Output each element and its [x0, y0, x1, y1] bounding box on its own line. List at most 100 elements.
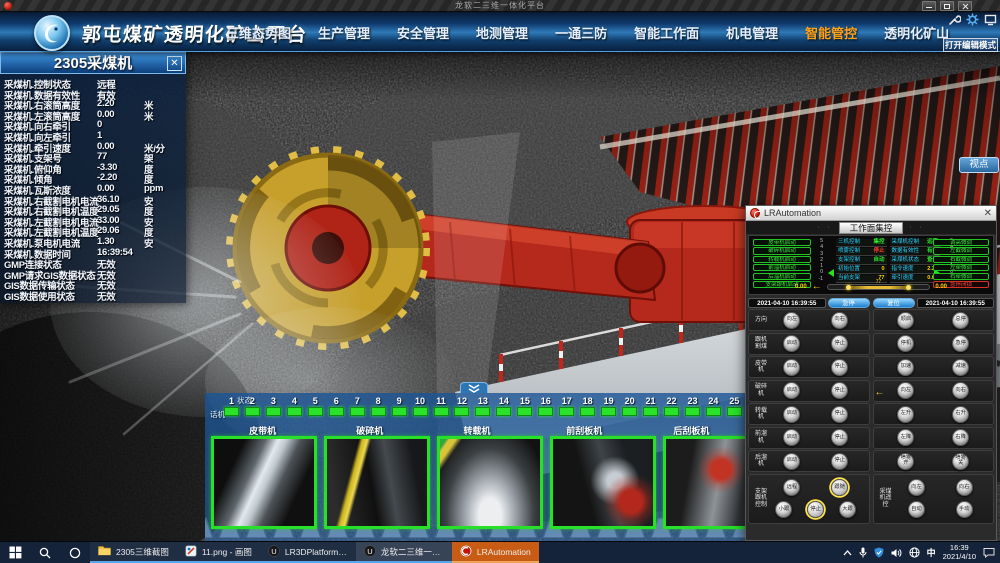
estop-button[interactable]: 急停	[828, 298, 870, 308]
round-button[interactable]: 停止	[831, 406, 848, 423]
round-button[interactable]: 停止	[831, 453, 848, 470]
gear-icon[interactable]	[966, 13, 979, 26]
ime-indicator[interactable]: 中	[927, 546, 936, 559]
fine-tune-button[interactable]: 右牵微调	[933, 273, 989, 280]
network-globe-icon[interactable]	[909, 547, 920, 558]
round-button[interactable]: 停止	[807, 501, 824, 518]
round-button[interactable]: 远程	[783, 479, 800, 496]
round-button[interactable]: 左升	[897, 406, 914, 423]
control-row-label: 皮带机	[754, 361, 768, 374]
nav-item[interactable]: 地测管理	[476, 23, 528, 42]
telemetry-row: 采煤机.向右牵引0	[4, 119, 186, 130]
nav-item[interactable]: 机电管理	[726, 23, 778, 42]
round-button[interactable]: 手动	[956, 501, 973, 518]
machine-start-button[interactable]: 皮带机启动	[753, 239, 811, 246]
round-button[interactable]: 启动	[783, 453, 800, 470]
maximize-button[interactable]	[940, 1, 954, 11]
round-button[interactable]: 向左	[908, 479, 925, 496]
panel-close-icon[interactable]: ✕	[167, 56, 182, 71]
open-edit-mode-button[interactable]: 打开编辑模式	[943, 38, 998, 52]
round-button[interactable]: 大跟	[839, 501, 856, 518]
collapse-panel-tab[interactable]	[460, 382, 488, 393]
task-item[interactable]: U龙软二三维一体化...	[356, 542, 452, 563]
status-cell: 支架控制自动	[836, 257, 887, 265]
round-button[interactable]: 自动	[908, 501, 925, 518]
round-button[interactable]: 向右	[956, 479, 973, 496]
camera-thumb[interactable]	[211, 436, 317, 529]
round-button[interactable]: 向左	[783, 312, 800, 329]
round-button[interactable]: 向右	[831, 312, 848, 329]
nav-item[interactable]: 安全管理	[397, 23, 449, 42]
nav-item[interactable]: 三维态势图	[226, 23, 291, 42]
fullscreen-icon[interactable]	[984, 13, 997, 26]
search-icon[interactable]	[30, 542, 60, 563]
camera-thumb[interactable]	[437, 436, 543, 529]
machine-start-button[interactable]: 转载机启动	[753, 256, 811, 263]
round-button[interactable]: 启动	[783, 382, 800, 399]
round-button[interactable]: 顺启	[897, 312, 914, 329]
tab-workface-control[interactable]: 工作面集控	[839, 222, 904, 234]
task-view-icon[interactable]	[60, 542, 90, 563]
camera-thumb[interactable]	[550, 436, 656, 529]
task-item[interactable]: LRAutomation	[452, 542, 539, 563]
round-button[interactable]: 小跟	[775, 501, 792, 518]
telemetry-row: GMP请求GIS数据状态无效	[4, 268, 186, 279]
microphone-icon[interactable]	[859, 547, 867, 558]
machine-start-button[interactable]: 前溜机启动	[753, 264, 811, 271]
task-item[interactable]: 2305三维截图	[90, 542, 177, 563]
round-button[interactable]: 启动	[783, 406, 800, 423]
task-item[interactable]: ULR3DPlatform - U...	[260, 542, 356, 563]
action-center-icon[interactable]	[983, 547, 995, 558]
round-button[interactable]: 向左	[897, 382, 914, 399]
machine-start-button[interactable]: 破碎机启动	[753, 247, 811, 254]
tray-expand-icon[interactable]	[843, 550, 852, 556]
round-button[interactable]: 停止	[831, 429, 848, 446]
nav-item[interactable]: 透明化矿山	[884, 23, 949, 42]
round-button[interactable]: 跟随	[831, 479, 848, 496]
nav-item[interactable]: 生产管理	[318, 23, 370, 42]
nav-item[interactable]: 一通三防	[555, 23, 607, 42]
lra-close-icon[interactable]: ✕	[984, 207, 992, 220]
camera-thumb[interactable]	[324, 436, 430, 529]
round-button[interactable]: 停机	[897, 335, 914, 352]
slider-track[interactable]: 77	[827, 284, 931, 290]
round-button[interactable]: 停止	[831, 359, 848, 376]
shield-icon[interactable]	[874, 547, 884, 558]
round-button[interactable]: 减速	[952, 359, 969, 376]
viewpoint-tab[interactable]: 视点	[959, 157, 999, 173]
round-button[interactable]: 喷雾开	[897, 453, 914, 470]
round-button[interactable]: 喷雾关	[952, 453, 969, 470]
close-button[interactable]	[958, 1, 972, 11]
round-button[interactable]: 启动	[783, 429, 800, 446]
fine-tune-button[interactable]: 调高微调	[933, 239, 989, 246]
shearer-position-slider: 0.00 ← 77 0.00	[795, 282, 947, 292]
round-button[interactable]: 急停	[952, 335, 969, 352]
fine-tune-button[interactable]: 右截微调	[933, 256, 989, 263]
round-button[interactable]: 停止	[831, 335, 848, 352]
machine-start-button[interactable]: 后溜机启动	[753, 273, 811, 280]
round-button[interactable]: 左降	[897, 429, 914, 446]
wrench-icon[interactable]	[948, 13, 961, 26]
start-button[interactable]	[0, 542, 30, 563]
round-button[interactable]: 右降	[952, 429, 969, 446]
fine-tune-button[interactable]: 左牵微调	[933, 264, 989, 271]
nav-item[interactable]: 智能工作面	[634, 23, 699, 42]
minimize-button[interactable]	[922, 1, 936, 11]
round-button[interactable]: 加速	[897, 359, 914, 376]
fine-tune-button[interactable]: 左截微调	[933, 247, 989, 254]
clock[interactable]: 16:39 2021/4/10	[943, 544, 976, 561]
round-button[interactable]: 右升	[952, 406, 969, 423]
round-button[interactable]: 启动	[783, 335, 800, 352]
nav-item[interactable]: 智能管控	[805, 23, 857, 42]
round-button[interactable]: 停止	[831, 382, 848, 399]
speaker-icon[interactable]	[891, 548, 902, 558]
dragon-logo-icon	[34, 15, 70, 51]
channel-number: 11	[431, 396, 452, 406]
round-button[interactable]: 总停	[952, 312, 969, 329]
task-item[interactable]: 11.png - 画图	[177, 542, 260, 563]
channel-number: 1	[221, 396, 242, 406]
round-button[interactable]: 向右	[952, 382, 969, 399]
reset-button[interactable]: 复位	[873, 298, 915, 308]
round-button[interactable]: 启动	[783, 359, 800, 376]
app-icon: U	[364, 545, 376, 559]
